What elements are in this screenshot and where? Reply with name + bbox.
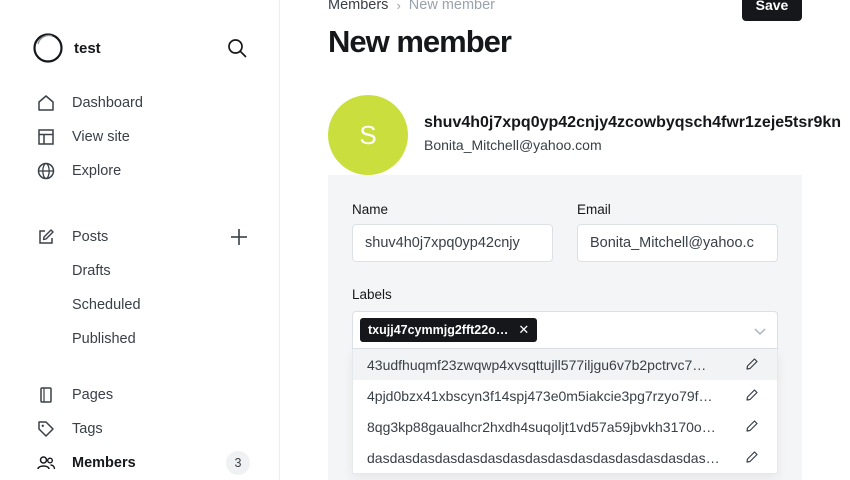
search-icon[interactable] <box>226 37 248 59</box>
nav-dashboard-label: Dashboard <box>72 95 143 111</box>
nav-pages-label: Pages <box>72 387 114 403</box>
pencil-icon[interactable] <box>745 388 759 402</box>
label-option-text: 4pjd0bzx41xbscyn3f14spj473e0m5iakcie3pg7… <box>367 387 713 404</box>
selected-label-token[interactable]: txujj47cymmjg2fft22o… ✕ <box>360 318 538 342</box>
nav-tags-label: Tags <box>72 421 103 437</box>
circle-logo-icon <box>33 33 63 63</box>
plus-icon[interactable] <box>228 226 250 248</box>
main-content: Members › New member Save New member S s… <box>281 0 850 480</box>
nav-tags[interactable]: Tags <box>36 417 103 441</box>
nav-view-site-label: View site <box>72 129 130 145</box>
edit-icon <box>36 227 56 247</box>
nav-posts[interactable]: Posts <box>36 225 108 249</box>
label-option-text: 8qg3kp88gaualhcr2hxdh4suqoljt1vd57a59jbv… <box>367 418 716 435</box>
nav-members-label: Members <box>72 455 136 471</box>
labels-field-label: Labels <box>352 287 392 302</box>
pencil-icon[interactable] <box>745 357 759 371</box>
name-field[interactable]: shuv4h0j7xpq0yp42cnjy <box>352 224 553 262</box>
email-field-label: Email <box>577 202 611 217</box>
label-option[interactable]: 8qg3kp88gaualhcr2hxdh4suqoljt1vd57a59jbv… <box>353 411 777 442</box>
breadcrumb-current: New member <box>408 0 495 13</box>
breadcrumb: Members › New member <box>328 0 495 13</box>
label-option[interactable]: dasdasdasdasdasdasdasdasdasdasdasdasdasd… <box>353 442 777 473</box>
brand[interactable]: test <box>32 32 101 64</box>
nav-view-site[interactable]: View site <box>36 125 130 149</box>
name-field-label: Name <box>352 202 389 217</box>
labels-dropdown: 43udfhuqmf23zwqwp4xvsqttujll577iljgu6v7b… <box>352 349 778 474</box>
close-icon[interactable]: ✕ <box>518 322 529 338</box>
labels-select[interactable]: txujj47cymmjg2fft22o… ✕ <box>352 311 778 349</box>
member-form-card: Name shuv4h0j7xpq0yp42cnjy Email Bonita_… <box>328 175 802 480</box>
members-icon <box>36 453 56 473</box>
nav-explore-label: Explore <box>72 163 122 179</box>
breadcrumb-members-link[interactable]: Members <box>328 0 388 13</box>
page-title: New member <box>328 24 512 59</box>
avatar: S <box>328 95 408 175</box>
nav-pages[interactable]: Pages <box>36 383 113 407</box>
nav-dashboard[interactable]: Dashboard <box>36 91 143 115</box>
label-option[interactable]: 4pjd0bzx41xbscyn3f14spj473e0m5iakcie3pg7… <box>353 380 777 411</box>
label-option-text: dasdasdasdasdasdasdasdasdasdasdasdasdasd… <box>367 449 720 466</box>
home-icon <box>36 93 56 113</box>
member-email-subtitle: Bonita_Mitchell@yahoo.com <box>424 137 602 153</box>
nav-drafts[interactable]: Drafts <box>72 259 111 283</box>
nav-scheduled[interactable]: Scheduled <box>72 293 141 317</box>
nav-posts-label: Posts <box>72 229 109 245</box>
sidebar: test Dashboard View site Explore Posts D… <box>0 0 280 480</box>
layout-icon <box>36 127 56 147</box>
globe-icon <box>36 161 56 181</box>
nav-explore[interactable]: Explore <box>36 159 121 183</box>
members-count-badge: 3 <box>226 451 250 475</box>
label-option[interactable]: 43udfhuqmf23zwqwp4xvsqttujll577iljgu6v7b… <box>353 349 777 380</box>
page-icon <box>36 385 56 405</box>
save-button[interactable]: Save <box>742 0 802 21</box>
tag-icon <box>36 419 56 439</box>
email-field[interactable]: Bonita_Mitchell@yahoo.c <box>577 224 778 262</box>
pencil-icon[interactable] <box>745 419 759 433</box>
site-name: test <box>74 39 101 57</box>
pencil-icon[interactable] <box>745 450 759 464</box>
label-option-text: 43udfhuqmf23zwqwp4xvsqttujll577iljgu6v7b… <box>367 356 707 373</box>
breadcrumb-separator: › <box>396 0 401 13</box>
nav-published[interactable]: Published <box>72 327 136 351</box>
member-name-heading: shuv4h0j7xpq0yp42cnjy4zcowbyqsch4fwr1zej… <box>424 114 842 131</box>
selected-label-text: txujj47cymmjg2fft22o… <box>368 323 509 337</box>
chevron-down-icon[interactable] <box>753 324 767 338</box>
nav-members[interactable]: Members <box>36 451 136 475</box>
